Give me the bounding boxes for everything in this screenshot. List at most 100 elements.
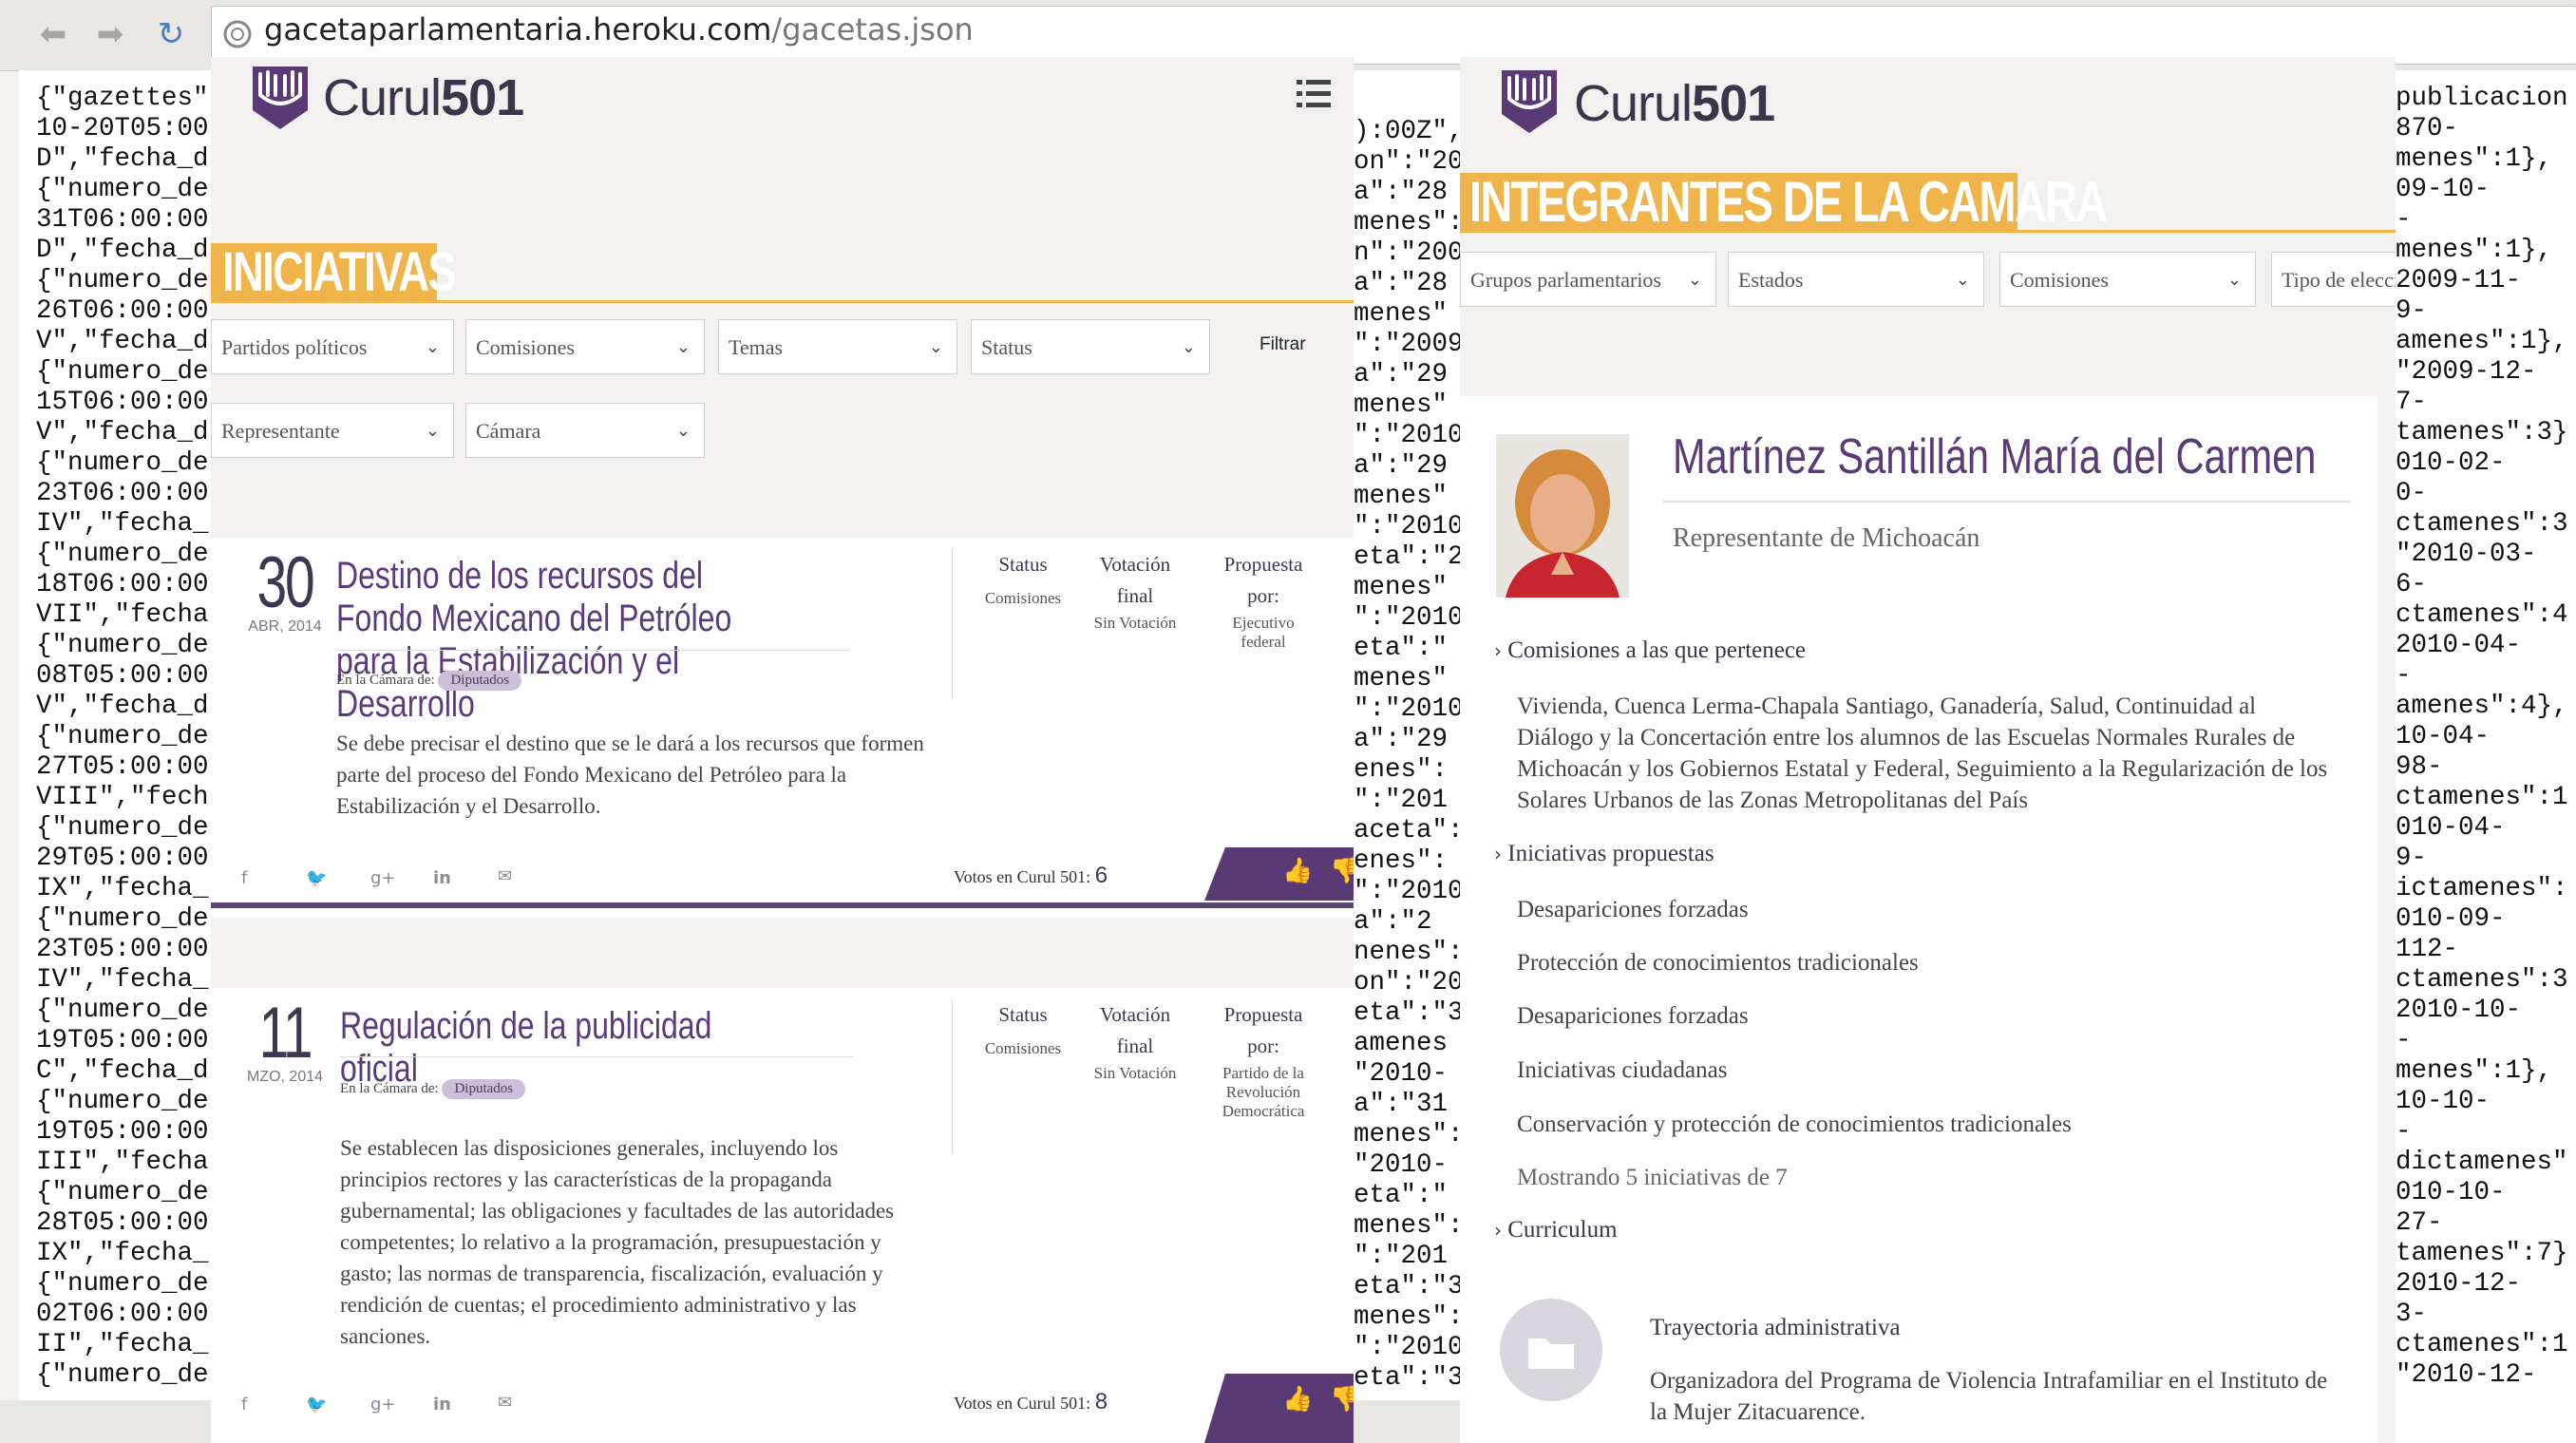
iniciativa-link[interactable]: Protección de conocimientos tradicionale… <box>1517 947 1919 978</box>
card-title[interactable]: Regulación de la publicidad oficial <box>340 1005 766 1091</box>
twitter-icon[interactable]: 🐦 <box>306 868 327 888</box>
linkedin-icon[interactable]: in <box>433 868 451 888</box>
divider <box>336 650 849 651</box>
select-label: Representante <box>221 419 340 443</box>
chevron-right-icon: › <box>1494 1219 1502 1242</box>
camara-line: En la Cámara de: Diputados <box>336 671 522 691</box>
camara-label: En la Cámara de: <box>336 673 435 688</box>
menu-list-icon[interactable] <box>1297 76 1333 112</box>
mostrando-count: Mostrando 5 iniciativas de 7 <box>1517 1165 1788 1190</box>
chevron-right-icon: › <box>1494 843 1502 865</box>
logo-number: 501 <box>1692 75 1775 132</box>
iniciativa-link[interactable]: Desapariciones forzadas <box>1517 894 1749 925</box>
comisiones-select[interactable]: Comisiones ⌄ <box>1999 252 2256 307</box>
iniciativa-link[interactable]: Desapariciones forzadas <box>1517 1000 1749 1032</box>
votacion-value: Sin Votación <box>1093 614 1177 632</box>
chevron-down-icon: ⌄ <box>1181 337 1196 357</box>
json-view-left: {"gazettes" 10-20T05:00 D","fecha_d {"nu… <box>19 70 211 1400</box>
filtrar-button[interactable]: Filtrar <box>1260 334 1306 355</box>
tipo-eleccion-select[interactable]: Tipo de elección <box>2271 252 2396 307</box>
facebook-icon[interactable]: f <box>241 1395 247 1415</box>
json-text-middle: ):00Z", on":"20 a":"28 menes": n":"2009-… <box>1354 117 1460 1400</box>
trayectoria-head: Trayectoria administrativa <box>1650 1315 1901 1340</box>
card-month: ABR, 2014 <box>248 618 322 635</box>
temas-select[interactable]: Temas ⌄ <box>718 319 957 374</box>
curriculum-toggle[interactable]: › Curriculum <box>1494 1217 1618 1244</box>
card-title[interactable]: Destino de los recursos del Fondo Mexica… <box>336 555 762 726</box>
email-icon[interactable]: ✉ <box>498 1393 512 1413</box>
status-head: Status <box>998 1003 1048 1026</box>
iniciativa-card[interactable]: 30 ABR, 2014 Destino de los recursos del… <box>211 538 1354 918</box>
chevron-down-icon: ⌄ <box>425 421 440 441</box>
camara-select[interactable]: Cámara ⌄ <box>465 403 705 458</box>
linkedin-icon[interactable]: in <box>433 1395 451 1415</box>
iniciativa-link[interactable]: Iniciativas ciudadanas <box>1517 1054 1727 1086</box>
camara-line: En la Cámara de: Diputados <box>340 1079 526 1099</box>
url-text: gacetaparlamentaria.heroku.com/gacetas.j… <box>264 11 974 47</box>
iniciativas-toggle[interactable]: › Iniciativas propuestas <box>1494 841 1714 867</box>
votacion-value: Sin Votación <box>1093 1064 1177 1082</box>
estados-select[interactable]: Estados ⌄ <box>1728 252 1984 307</box>
google-plus-icon[interactable]: g+ <box>370 868 396 888</box>
email-icon[interactable]: ✉ <box>498 866 512 886</box>
integrantes-title: INTEGRANTES DE LA CAMARA <box>1469 170 2108 234</box>
thumbs-down-icon[interactable]: 👎 <box>1330 857 1354 885</box>
comisiones-select[interactable]: Comisiones ⌄ <box>465 319 705 374</box>
camara-pill[interactable]: Diputados <box>438 671 522 691</box>
votes-line: Votos en Curul 501: 8 <box>954 1389 1108 1415</box>
votes-line: Votos en Curul 501: 6 <box>954 863 1108 889</box>
logo-number: 501 <box>441 69 524 126</box>
forward-arrow-icon[interactable]: ➡ <box>91 15 129 53</box>
grupos-select[interactable]: Grupos parlamentarios ⌄ <box>1460 252 1716 307</box>
twitter-icon[interactable]: 🐦 <box>306 1395 327 1415</box>
propuesta-value: Partido de la Revolución Democrática <box>1222 1064 1305 1120</box>
curul-logo-icon <box>1502 70 1557 133</box>
card-description: Se establecen las disposiciones generale… <box>340 1136 895 1348</box>
section-label: Comisiones a las que pertenece <box>1507 637 1807 663</box>
curul-logo-text[interactable]: Curul501 <box>1574 74 1775 133</box>
status-value: Comisiones <box>984 1039 1062 1057</box>
votes-label: Votos en Curul 501: <box>954 867 1091 886</box>
divider <box>340 1056 853 1057</box>
google-plus-icon[interactable]: g+ <box>370 1395 396 1415</box>
votes-label: Votos en Curul 501: <box>954 1394 1091 1413</box>
select-label: Status <box>981 335 1032 359</box>
chevron-down-icon: ⌄ <box>425 337 440 357</box>
section-label: Iniciativas propuestas <box>1507 841 1714 866</box>
status-head: Status <box>998 553 1048 576</box>
card-month: MZO, 2014 <box>246 1069 324 1085</box>
representante-select[interactable]: Representante ⌄ <box>211 403 454 458</box>
select-label: Temas <box>729 335 784 359</box>
reload-icon[interactable]: ↻ <box>152 15 190 53</box>
url-path: /gacetas.json <box>771 11 974 47</box>
votes-count: 8 <box>1094 1389 1108 1415</box>
select-label: Comisiones <box>2010 268 2109 292</box>
status-select[interactable]: Status ⌄ <box>971 319 1210 374</box>
chevron-down-icon: ⌄ <box>2226 270 2242 290</box>
iniciativas-panel: Curul501 INICIATIVAS Partidos políticos ⌄… <box>211 57 1354 1443</box>
back-arrow-icon[interactable]: ⬅ <box>34 15 72 53</box>
camara-pill[interactable]: Diputados <box>442 1079 526 1099</box>
divider <box>952 999 953 1153</box>
iniciativa-link[interactable]: Conservación y protección de conocimient… <box>1517 1109 2072 1140</box>
diputado-card: Martínez Santillán María del Carmen Repr… <box>1460 396 2377 1443</box>
page-info-icon[interactable] <box>222 19 253 49</box>
comisiones-toggle[interactable]: › Comisiones a las que pertenece <box>1494 637 1806 664</box>
chevron-down-icon: ⌄ <box>1687 270 1702 290</box>
thumbs-up-icon[interactable]: 👍 <box>1282 857 1313 885</box>
chevron-down-icon: ⌄ <box>928 337 943 357</box>
curul-logo-text[interactable]: Curul501 <box>323 68 524 127</box>
section-label: Curriculum <box>1507 1217 1618 1243</box>
folder-icon <box>1500 1299 1602 1401</box>
select-label: Comisiones <box>476 335 575 359</box>
iniciativa-card[interactable]: 11 MZO, 2014 Regulación de la publicidad… <box>211 988 1354 1443</box>
chevron-down-icon: ⌄ <box>1955 270 1970 290</box>
thumbs-down-icon[interactable]: 👎 <box>1330 1385 1354 1414</box>
partidos-select[interactable]: Partidos políticos ⌄ <box>211 319 454 374</box>
json-view-right: publicacion 870- menes":1}, 09-10- - men… <box>2384 70 2576 1443</box>
diputado-subtitle: Representante de Michoacán <box>1673 523 1980 553</box>
thumbs-up-icon[interactable]: 👍 <box>1282 1385 1313 1414</box>
facebook-icon[interactable]: f <box>241 868 247 888</box>
votacion-head: Votación final <box>1099 553 1171 607</box>
propuesta-head: Propuesta por: <box>1223 553 1303 607</box>
